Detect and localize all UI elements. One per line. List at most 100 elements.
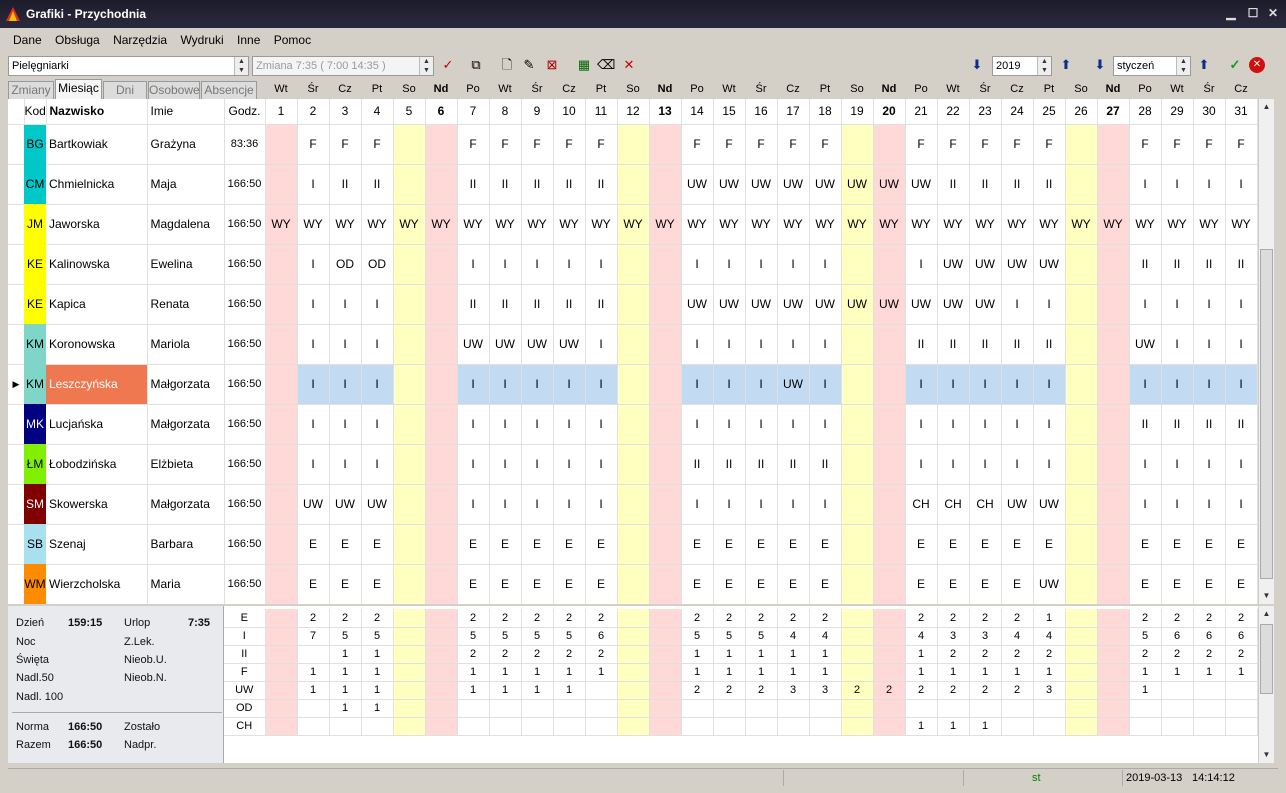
shift-cell[interactable]: E <box>1161 524 1194 565</box>
shift-cell[interactable]: I <box>969 404 1002 445</box>
menu-pomoc[interactable]: Pomoc <box>269 30 316 47</box>
employee-first-name[interactable]: Maria <box>147 564 225 604</box>
shift-cell[interactable]: F <box>521 124 554 165</box>
clear-icon[interactable]: ✕ <box>620 56 638 74</box>
shift-cell[interactable] <box>265 284 298 325</box>
shift-cell[interactable] <box>393 124 426 165</box>
shift-cell[interactable] <box>649 484 682 525</box>
shift-cell[interactable]: UW <box>1001 484 1034 525</box>
shift-cell[interactable]: WY <box>297 204 330 245</box>
employee-first-name[interactable]: Małgorzata <box>147 364 225 405</box>
shift-cell[interactable]: WY <box>1161 204 1194 245</box>
shift-cell[interactable]: I <box>297 324 330 365</box>
shift-cell[interactable]: I <box>489 364 522 405</box>
shift-cell[interactable]: I <box>1001 284 1034 325</box>
day-number[interactable]: 3 <box>329 99 362 125</box>
shift-cell[interactable]: I <box>1001 404 1034 445</box>
delete-document-icon[interactable]: ⊠ <box>543 56 561 74</box>
shift-cell[interactable]: F <box>937 124 970 165</box>
year-input[interactable]: 2019 ▲ ▼ <box>992 56 1052 76</box>
shift-cell[interactable]: E <box>713 564 746 604</box>
shift-cell[interactable]: I <box>585 244 618 285</box>
day-number[interactable]: 25 <box>1033 99 1066 125</box>
shift-cell[interactable]: I <box>777 484 810 525</box>
shift-cell[interactable] <box>873 124 906 165</box>
menu-dane[interactable]: Dane <box>8 30 47 47</box>
shift-cell[interactable] <box>425 564 458 604</box>
shift-cell[interactable] <box>393 284 426 325</box>
shift-cell[interactable] <box>841 524 874 565</box>
shift-cell[interactable]: I <box>1225 324 1258 365</box>
day-number[interactable]: 12 <box>617 99 650 125</box>
shift-cell[interactable]: I <box>553 444 586 485</box>
shift-cell[interactable]: WY <box>617 204 650 245</box>
shift-cell[interactable]: I <box>1161 484 1194 525</box>
shift-cell[interactable]: E <box>457 524 490 565</box>
shift-cell[interactable] <box>393 524 426 565</box>
employee-hours[interactable]: 83:36 <box>224 124 266 165</box>
day-number[interactable]: 22 <box>937 99 970 125</box>
shift-cell[interactable] <box>617 284 650 325</box>
shift-cell[interactable]: II <box>553 284 586 325</box>
shift-cell[interactable] <box>1065 484 1098 525</box>
shift-cell[interactable]: WY <box>393 204 426 245</box>
shift-cell[interactable]: I <box>745 244 778 285</box>
shift-cell[interactable] <box>873 484 906 525</box>
shift-cell[interactable]: WY <box>329 204 362 245</box>
shift-cell[interactable] <box>1065 324 1098 365</box>
employee-first-name[interactable]: Barbara <box>147 524 225 565</box>
menu-wydruki[interactable]: Wydruki <box>175 30 228 47</box>
shift-cell[interactable]: CH <box>969 484 1002 525</box>
employee-surname[interactable]: Chmielnicka <box>46 164 148 205</box>
menu-narzedzia[interactable]: Narzędzia <box>108 30 172 47</box>
shift-cell[interactable] <box>1065 364 1098 405</box>
shift-cell[interactable]: II <box>777 444 810 485</box>
shift-cell[interactable]: E <box>1001 524 1034 565</box>
shift-cell[interactable] <box>393 564 426 604</box>
shift-cell[interactable]: II <box>585 164 618 205</box>
employee-hours[interactable]: 166:50 <box>224 204 266 245</box>
day-number[interactable]: 5 <box>393 99 426 125</box>
shift-cell[interactable]: WY <box>809 204 842 245</box>
shift-cell[interactable]: I <box>1225 284 1258 325</box>
shift-cell[interactable]: UW <box>681 164 714 205</box>
shift-cell[interactable]: CH <box>905 484 938 525</box>
column-header-name[interactable]: Imie <box>147 99 225 125</box>
shift-cell[interactable]: II <box>1033 324 1066 365</box>
confirm-check-icon[interactable]: ✓ <box>439 56 457 74</box>
shift-cell[interactable]: II <box>329 164 362 205</box>
shift-cell[interactable]: UW <box>841 284 874 325</box>
shift-cell[interactable] <box>841 364 874 405</box>
shift-cell[interactable] <box>649 404 682 445</box>
employee-code[interactable]: BG <box>24 124 46 164</box>
edit-document-icon[interactable]: ✎ <box>520 56 538 74</box>
shift-cell[interactable]: I <box>457 484 490 525</box>
totals-scrollbar[interactable]: ▲ ▼ <box>1258 606 1274 763</box>
shift-cell[interactable]: II <box>585 284 618 325</box>
shift-cell[interactable]: WY <box>873 204 906 245</box>
shift-cell[interactable]: I <box>585 324 618 365</box>
employee-row[interactable]: WM Wierzcholska Maria 166:50 E E E E E E E E E E E E E E E… <box>8 564 1258 604</box>
shift-cell[interactable]: WY <box>1001 204 1034 245</box>
shift-cell[interactable]: I <box>777 244 810 285</box>
shift-cell[interactable]: F <box>1129 124 1162 165</box>
shift-cell[interactable] <box>617 244 650 285</box>
shift-cell[interactable]: I <box>809 324 842 365</box>
shift-cell[interactable]: I <box>521 444 554 485</box>
shift-cell[interactable]: I <box>521 364 554 405</box>
day-number[interactable]: 28 <box>1129 99 1162 125</box>
shift-cell[interactable] <box>1097 124 1130 165</box>
shift-cell[interactable]: UW <box>873 284 906 325</box>
shift-cell[interactable]: UW <box>297 484 330 525</box>
shift-cell[interactable]: F <box>1161 124 1194 165</box>
shift-cell[interactable]: UW <box>777 284 810 325</box>
scroll-down-icon[interactable]: ▼ <box>1259 588 1274 603</box>
shift-cell[interactable]: F <box>361 124 394 165</box>
shift-cell[interactable] <box>1097 404 1130 445</box>
shift-cell[interactable]: F <box>905 124 938 165</box>
shift-cell[interactable]: F <box>489 124 522 165</box>
shift-cell[interactable]: I <box>1225 484 1258 525</box>
shift-cell[interactable]: E <box>585 524 618 565</box>
shift-cell[interactable] <box>265 324 298 365</box>
shift-cell[interactable]: WY <box>361 204 394 245</box>
